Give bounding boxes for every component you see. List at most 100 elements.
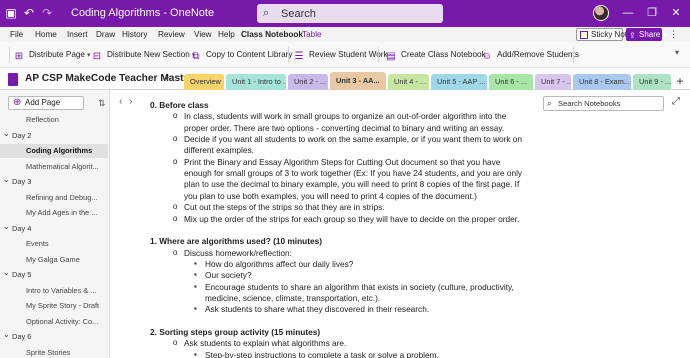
review-student-work-button[interactable]: ☰ Review Student Work [293,48,388,62]
chevron-down-icon: ⌄ [3,128,10,138]
page-item[interactable]: Intro to Variables & ... [0,284,108,298]
tab-file[interactable]: File [10,27,23,42]
redo-icon[interactable]: ↷ [40,0,54,27]
tab-home[interactable]: Home [35,27,57,42]
page-content: ‹ › ⌕ Search Notebooks ⤢ 0. Before class… [111,90,690,358]
tab-view[interactable]: View [194,27,212,42]
minimize-icon[interactable]: — [616,0,640,27]
section-tab[interactable]: Unit 4 - ... [388,74,429,90]
page-item[interactable]: Sprite Stories [0,346,108,358]
add-section-icon[interactable]: + [673,74,687,88]
bullet-square-icon: ▪ [194,304,197,314]
note-line: Ask students to share what they discover… [205,304,430,315]
page-item[interactable]: Refining and Debug... [0,191,108,205]
create-class-notebook-button[interactable]: ▤ Create Class Notebook [385,48,486,62]
section-tab[interactable]: Unit 9 - ... [633,74,671,90]
page-item[interactable]: Events [0,237,108,251]
page-item[interactable]: Optional Activity: Co... [0,315,108,329]
search-box[interactable]: ⌕ Search [257,4,443,23]
distribute-section-button[interactable]: ⊟ Distribute New Section ▾ [91,48,196,62]
chevron-down-icon[interactable]: ▾ [165,68,169,90]
ribbon-divider [9,47,10,63]
page-label: Reflection [26,115,59,124]
section-tab[interactable]: Unit 8 - Exam... [573,74,631,90]
close-icon[interactable]: ✕ [664,0,688,27]
title-bar: ▣ ↶ ↷ Coding Algorithms - OneNote ⌕ Sear… [0,0,690,27]
page-label: Intro to Variables & ... [26,285,97,295]
page-group-header[interactable]: ⌄ Day 4 [0,222,108,236]
page-group-header[interactable]: ⌄ Day 2 [0,129,108,143]
section-tab[interactable]: Unit 6 - ... [489,74,533,90]
tab-draw[interactable]: Draw [96,27,115,42]
avatar[interactable] [593,5,609,21]
tab-help[interactable]: Help [218,27,235,42]
page-item[interactable]: My Sprite Story - Draft [0,299,108,313]
restore-icon[interactable]: ❐ [640,0,664,27]
ribbon-divider [288,47,289,63]
page-label: Refining and Debug... [26,192,98,202]
page-label: Events [26,239,49,248]
section-tab[interactable]: Unit 7 - ... [535,74,571,90]
section-heading: 1. Where are algorithms used? (10 minute… [150,236,322,247]
ribbon: ⊞ Distribute Page ▾ ⊟ Distribute New Sectio… [0,42,690,68]
bullet-circle-icon: o [173,111,178,121]
page-label: My Add Ages in the ... [26,208,98,217]
expand-icon[interactable]: ⤢ [672,96,680,107]
page-item[interactable]: My Galga Game [0,253,108,267]
search-notebooks-input[interactable]: ⌕ Search Notebooks [543,96,664,111]
section-tab[interactable]: Overview [184,74,224,90]
tab-history[interactable]: History [122,27,147,42]
search-icon: ⌕ [263,7,270,19]
note-line: different examples. [184,145,254,156]
more-options-icon[interactable]: ⋮ [669,27,678,42]
note-line: Our society? [205,270,252,281]
add-remove-students-button[interactable]: ☺ Add/Remove Students [481,48,579,62]
distribute-page-label: Distribute Page [29,50,85,59]
tab-review[interactable]: Review [158,27,185,42]
navigation-arrows-icon[interactable]: ‹ › [119,96,134,107]
note-line: enough for small groups of 3 to work tog… [184,168,523,179]
chevron-down-icon: ⌄ [3,175,10,184]
plus-icon: ⊕ [13,97,22,108]
section-tab[interactable]: Unit 2 - ... [288,74,328,90]
page-label: Coding Algorithms [26,146,93,155]
copy-content-library-button[interactable]: ⧉ Copy to Content Library [190,48,292,62]
bullet-circle-icon: o [173,134,178,144]
page-item[interactable]: Reflection [0,113,108,127]
tab-insert[interactable]: Insert [67,27,87,42]
note-line: Discuss homework/reflection: [184,247,292,258]
sticky-notes-button[interactable]: Sticky Notes [576,28,635,41]
note-line: Step-by-step instructions to complete a … [205,349,439,358]
tab-table[interactable]: Table [302,27,322,42]
notebook-icon: ▤ [386,51,396,62]
chevron-down-icon[interactable]: ▾ [675,48,679,57]
page-item[interactable]: Mathematical Algorit... [0,160,108,174]
search-icon: ⌕ [547,99,552,108]
add-page-button[interactable]: ⊕ Add Page [8,96,84,110]
sort-icon[interactable]: ⇅ [98,98,106,109]
search-label: Search [281,7,316,20]
bullet-square-icon: ▪ [194,258,197,268]
section-tab[interactable]: Unit 3 - AA... [330,72,386,90]
chevron-down-icon: ⌄ [3,221,10,231]
note-line: Encourage students to share an algorithm… [205,281,514,292]
window-controls: — ❐ ✕ [616,0,688,27]
note-line: Ask students to explain what algorithms … [184,338,347,349]
bullet-square-icon: ▪ [194,270,197,280]
page-group-header[interactable]: ⌄ Day 5 [0,268,108,282]
page-label: Day 2 [12,130,32,140]
page-group-header[interactable]: ⌄ Day 3 [0,175,108,189]
create-notebook-label: Create Class Notebook [401,50,486,59]
page-item[interactable]: Coding Algorithms [0,144,108,158]
sticky-note-icon [580,31,588,39]
distribute-page-button[interactable]: ⊞ Distribute Page ▾ [13,48,91,62]
note-line: Decide if you want all students to work … [184,134,523,145]
share-label: Share [639,30,661,39]
undo-icon[interactable]: ↶ [22,0,36,27]
page-item[interactable]: My Add Ages in the ... [0,206,108,220]
notebook-name[interactable]: AP CSP MakeCode Teacher Master NB [25,68,211,90]
share-button[interactable]: ⇪ Share ▾ [626,28,667,41]
page-group-header[interactable]: ⌄ Day 6 [0,330,108,344]
section-tab[interactable]: Unit 1 - Intro to ... [226,74,286,90]
section-tab[interactable]: Unit 5 - AAP ... [431,74,487,90]
